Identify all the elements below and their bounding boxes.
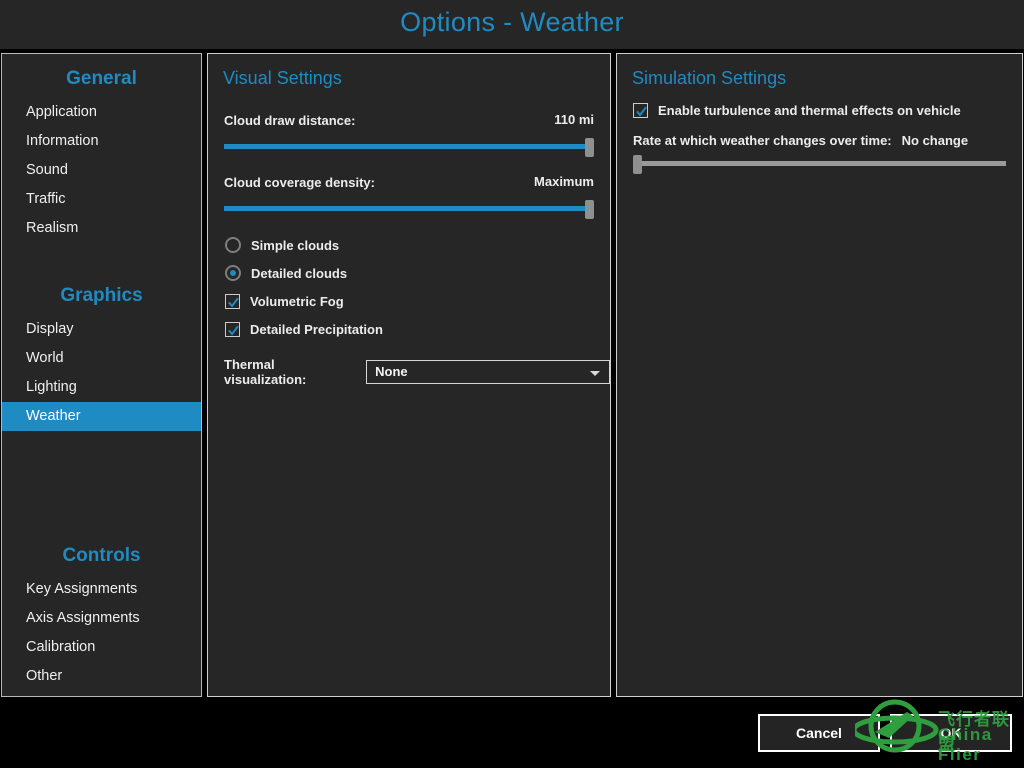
cloud-detail-option-row[interactable]: Simple clouds <box>225 231 610 259</box>
turbulence-label: Enable turbulence and thermal effects on… <box>658 103 961 118</box>
visual-settings-panel: Visual Settings Cloud draw distance: 110… <box>207 53 611 697</box>
window-title: Options - Weather <box>400 7 624 37</box>
thermal-visualization-row: Thermal visualization: None <box>224 357 610 387</box>
weather-rate-row: Rate at which weather changes over time:… <box>633 133 1022 148</box>
sidebar-item-calibration[interactable]: Calibration <box>2 633 201 662</box>
sidebar-item-key-assignments[interactable]: Key Assignments <box>2 575 201 604</box>
sidebar-item-lighting[interactable]: Lighting <box>2 373 201 402</box>
radio-label: Simple clouds <box>251 237 340 253</box>
slider-fill <box>224 206 590 211</box>
slider-thumb[interactable] <box>585 200 594 219</box>
sidebar-item-realism[interactable]: Realism <box>2 214 201 243</box>
sidebar-item-world[interactable]: World <box>2 344 201 373</box>
thermal-visualization-value: None <box>375 364 408 379</box>
turbulence-checkbox[interactable] <box>633 103 648 118</box>
sidebar-item-application[interactable]: Application <box>2 98 201 127</box>
cloud-coverage-density-slider[interactable] <box>224 200 594 219</box>
sidebar-group-title-general: General <box>66 68 137 89</box>
cloud-draw-distance-row: Cloud draw distance: 110 mi <box>224 112 594 132</box>
turbulence-row[interactable]: Enable turbulence and thermal effects on… <box>633 103 1022 118</box>
cancel-button[interactable]: Cancel <box>758 714 880 752</box>
visual-settings-title: Visual Settings <box>223 68 342 88</box>
checkbox-detailed-precipitation[interactable] <box>225 321 240 337</box>
visual-checkbox-row[interactable]: Detailed Precipitation <box>225 315 610 343</box>
options-window: Options - Weather General Application Info… <box>0 0 1024 768</box>
sidebar-item-display[interactable]: Display <box>2 315 201 344</box>
cloud-coverage-density-value: Maximum <box>534 174 594 189</box>
sidebar-item-other[interactable]: Other <box>2 662 201 691</box>
weather-rate-value: No change <box>901 133 969 148</box>
cloud-coverage-density-label: Cloud coverage density: <box>224 175 375 190</box>
sidebar-item-traffic[interactable]: Traffic <box>2 185 201 214</box>
sidebar-group-title-graphics: Graphics <box>60 285 143 306</box>
slider-thumb[interactable] <box>585 138 594 157</box>
checkbox-volumetric-fog[interactable] <box>225 293 240 309</box>
slider-fill <box>224 144 590 149</box>
cloud-detail-option-row[interactable]: Detailed clouds <box>225 259 610 287</box>
cloud-draw-distance-label: Cloud draw distance: <box>224 113 356 128</box>
checkbox-label: Volumetric Fog <box>250 293 344 309</box>
sidebar-item-information[interactable]: Information <box>2 127 201 156</box>
sidebar-item-sound[interactable]: Sound <box>2 156 201 185</box>
radio-simple-clouds[interactable] <box>225 237 241 253</box>
thermal-visualization-dropdown[interactable]: None <box>366 360 610 384</box>
weather-rate-slider[interactable] <box>633 155 1006 174</box>
sidebar-navigation: General Application Information Sound Traffi… <box>1 53 202 697</box>
radio-detailed-clouds[interactable] <box>225 265 241 281</box>
checkbox-label: Detailed Precipitation <box>250 321 383 337</box>
simulation-settings-title: Simulation Settings <box>632 68 787 88</box>
weather-rate-label: Rate at which weather changes over time: <box>633 133 892 148</box>
radio-label: Detailed clouds <box>251 265 348 281</box>
simulation-settings-panel: Simulation Settings Enable turbulence an… <box>616 53 1023 697</box>
cloud-draw-distance-value: 110 mi <box>554 112 594 127</box>
sidebar-item-axis-assignments[interactable]: Axis Assignments <box>2 604 201 633</box>
thermal-visualization-label: Thermal visualization: <box>224 357 307 387</box>
visual-checkbox-row[interactable]: Volumetric Fog <box>225 287 610 315</box>
ok-button[interactable]: OK <box>890 714 1012 752</box>
cloud-coverage-density-row: Cloud coverage density: Maximum <box>224 174 594 194</box>
slider-thumb[interactable] <box>633 155 642 174</box>
cloud-draw-distance-slider[interactable] <box>224 138 594 157</box>
title-bar: Options - Weather <box>0 0 1024 49</box>
sidebar-item-weather[interactable]: Weather <box>2 402 201 431</box>
slider-track <box>633 161 1006 166</box>
chevron-down-icon <box>590 371 600 376</box>
sidebar-group-title-controls: Controls <box>62 545 141 566</box>
